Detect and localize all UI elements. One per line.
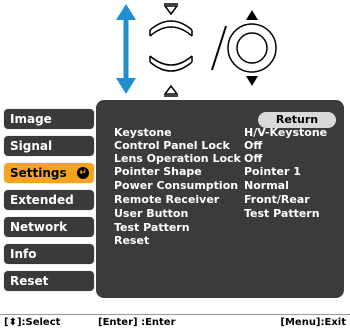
navigation-instruction-graphic bbox=[116, 3, 277, 97]
tab-label: Network bbox=[10, 220, 68, 234]
separator-slash bbox=[211, 25, 227, 71]
tab-label: Settings bbox=[10, 166, 67, 180]
setting-label: Lens Operation Lock bbox=[114, 152, 241, 165]
setting-row-user-button[interactable]: User Button Test Pattern bbox=[96, 207, 344, 220]
tab-label: Image bbox=[10, 112, 52, 126]
help-select: [⬍]:Select bbox=[4, 317, 61, 328]
setting-row-pointer-shape[interactable]: Pointer Shape Pointer 1 bbox=[96, 165, 344, 178]
tab-settings[interactable]: Settings ↵ bbox=[3, 162, 95, 184]
tab-network[interactable]: Network bbox=[3, 216, 95, 238]
setting-row-test-pattern[interactable]: Test Pattern bbox=[96, 221, 344, 234]
setting-row-keystone[interactable]: Keystone H/V-Keystone bbox=[96, 126, 344, 139]
help-enter: [Enter] :Enter bbox=[98, 317, 176, 328]
up-down-arrow-icon bbox=[116, 4, 136, 94]
tab-reset[interactable]: Reset bbox=[3, 270, 95, 292]
setting-value: Test Pattern bbox=[244, 207, 320, 220]
setting-label: Control Panel Lock bbox=[114, 139, 230, 152]
enter-icon: ↵ bbox=[77, 167, 89, 179]
setting-row-power-consumption[interactable]: Power Consumption Normal bbox=[96, 179, 344, 192]
help-bar: [⬍]:Select [Enter] :Enter [Menu]:Exit bbox=[0, 314, 350, 332]
setting-value: Off bbox=[244, 139, 263, 152]
tab-info[interactable]: Info bbox=[3, 243, 95, 265]
tab-label: Reset bbox=[10, 274, 49, 288]
setting-row-lens-operation-lock[interactable]: Lens Operation Lock Off bbox=[96, 152, 344, 165]
keystone-down-button-icon bbox=[149, 55, 193, 97]
tab-image[interactable]: Image bbox=[3, 108, 95, 130]
setting-label: Test Pattern bbox=[114, 221, 190, 234]
setting-label: Keystone bbox=[114, 126, 172, 139]
setting-value: H/V-Keystone bbox=[244, 126, 328, 139]
dpad-icon bbox=[227, 10, 277, 86]
setting-row-reset[interactable]: Reset bbox=[96, 234, 344, 247]
setting-value: Front/Rear bbox=[244, 193, 310, 206]
setting-value: Normal bbox=[244, 179, 289, 192]
setting-row-control-panel-lock[interactable]: Control Panel Lock Off bbox=[96, 139, 344, 152]
setting-label: Remote Receiver bbox=[114, 193, 220, 206]
setting-row-remote-receiver[interactable]: Remote Receiver Front/Rear bbox=[96, 193, 344, 206]
help-exit: [Menu]:Exit bbox=[280, 317, 346, 328]
setting-label: User Button bbox=[114, 207, 189, 220]
tab-label: Signal bbox=[10, 139, 53, 153]
tab-extended[interactable]: Extended bbox=[3, 189, 95, 211]
tab-label: Info bbox=[10, 247, 37, 261]
settings-panel: Return Keystone H/V-Keystone Control Pan… bbox=[96, 100, 344, 298]
tab-label: Extended bbox=[10, 193, 74, 207]
keystone-up-button-icon bbox=[149, 3, 193, 37]
setting-label: Power Consumption bbox=[114, 179, 239, 192]
setting-label: Reset bbox=[114, 234, 150, 247]
setting-label: Pointer Shape bbox=[114, 165, 202, 178]
setting-value: Off bbox=[244, 152, 263, 165]
tab-signal[interactable]: Signal bbox=[3, 135, 95, 157]
setting-value: Pointer 1 bbox=[244, 165, 301, 178]
